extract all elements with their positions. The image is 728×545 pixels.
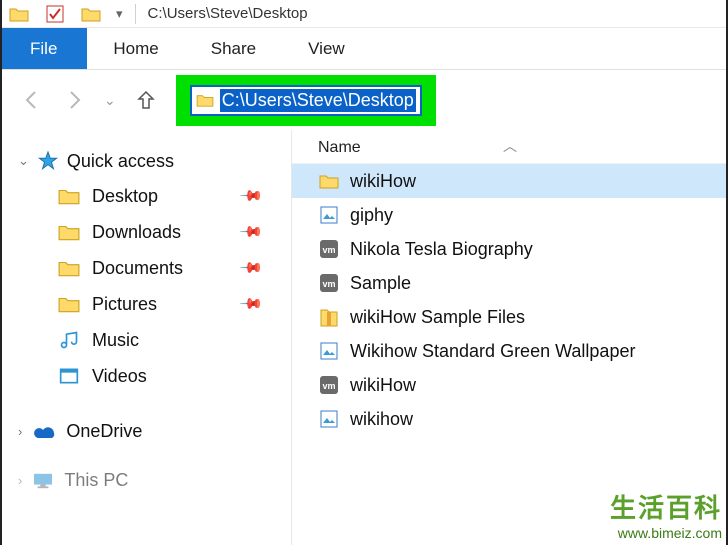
sidebar-item-label: This PC (64, 470, 128, 491)
chevron-right-icon: › (18, 473, 22, 488)
pin-icon: 📌 (239, 291, 265, 317)
file-name: Nikola Tesla Biography (350, 239, 533, 260)
music-icon (58, 329, 80, 351)
watermark-url: www.bimeiz.com (610, 525, 722, 541)
back-button[interactable] (20, 88, 44, 112)
column-name[interactable]: Name (318, 139, 361, 157)
title-bar: ▾ C:\Users\Steve\Desktop (0, 0, 728, 28)
svg-text:vm: vm (322, 381, 335, 391)
sidebar-item-videos[interactable]: Videos (0, 358, 291, 394)
svg-text:vm: vm (322, 245, 335, 255)
file-tab[interactable]: File (0, 28, 87, 69)
folder-icon (58, 185, 80, 207)
tab-share[interactable]: Share (185, 28, 282, 69)
address-text[interactable]: C:\Users\Steve\Desktop (220, 89, 416, 112)
file-name: wikiHow (350, 171, 416, 192)
pin-icon: 📌 (239, 255, 265, 281)
properties-icon[interactable] (44, 3, 66, 25)
recent-dropdown-icon[interactable]: ⌄ (104, 92, 116, 109)
watermark-text: 生活百科 (610, 488, 722, 525)
file-name: giphy (350, 205, 393, 226)
folder-icon (318, 170, 340, 192)
image-icon (318, 340, 340, 362)
list-item[interactable]: wikihow (292, 402, 728, 436)
sidebar-item-label: OneDrive (66, 421, 142, 442)
chevron-down-icon: ⌄ (18, 153, 29, 169)
star-icon (37, 150, 59, 172)
file-name: Sample (350, 273, 411, 294)
ribbon: File Home Share View (0, 28, 728, 70)
vm-icon: vm (318, 272, 340, 294)
address-bar[interactable]: C:\Users\Steve\Desktop (190, 85, 422, 116)
file-name: Wikihow Standard Green Wallpaper (350, 341, 635, 362)
svg-text:vm: vm (322, 279, 335, 289)
sidebar-item-label: Pictures (92, 294, 157, 315)
tab-view[interactable]: View (282, 28, 371, 69)
monitor-icon (32, 472, 54, 490)
sidebar-item-documents[interactable]: Documents 📌 (0, 250, 291, 286)
sidebar-item-pictures[interactable]: Pictures 📌 (0, 286, 291, 322)
sidebar-item-desktop[interactable]: Desktop 📌 (0, 178, 291, 214)
folder-icon (196, 93, 214, 107)
vm-icon: vm (318, 374, 340, 396)
pin-icon: 📌 (239, 183, 265, 209)
sidebar-item-music[interactable]: Music (0, 322, 291, 358)
file-list: ︿ Name wikiHow giphy vm Nikola Tesla Bio… (292, 130, 728, 545)
list-item[interactable]: vm Sample (292, 266, 728, 300)
tab-home[interactable]: Home (87, 28, 184, 69)
sidebar-item-onedrive[interactable]: › OneDrive (0, 414, 291, 449)
file-name: wikihow (350, 409, 413, 430)
list-item[interactable]: vm Nikola Tesla Biography (292, 232, 728, 266)
list-item[interactable]: wikiHow (292, 164, 728, 198)
list-item[interactable]: vm wikiHow (292, 368, 728, 402)
forward-button[interactable] (62, 88, 86, 112)
address-highlight: C:\Users\Steve\Desktop (176, 75, 436, 126)
image-icon (318, 204, 340, 226)
file-name: wikiHow Sample Files (350, 307, 525, 328)
qat-dropdown-icon[interactable]: ▾ (116, 6, 123, 22)
chevron-right-icon: › (18, 424, 22, 439)
list-item[interactable]: wikiHow Sample Files (292, 300, 728, 334)
folder-icon (58, 257, 80, 279)
list-item[interactable]: giphy (292, 198, 728, 232)
quick-access-header[interactable]: ⌄ Quick access (0, 144, 291, 178)
image-icon (318, 408, 340, 430)
folder-icon (58, 293, 80, 315)
navigation-pane: ⌄ Quick access Desktop 📌 Downloads 📌 Doc… (0, 130, 292, 545)
navigation-bar: ⌄ C:\Users\Steve\Desktop (0, 70, 728, 130)
separator (135, 4, 136, 24)
folder-icon (58, 221, 80, 243)
folder-icon (8, 3, 30, 25)
window-title: C:\Users\Steve\Desktop (148, 5, 308, 22)
quick-access-label: Quick access (67, 151, 174, 172)
list-item[interactable]: Wikihow Standard Green Wallpaper (292, 334, 728, 368)
sidebar-item-thispc[interactable]: › This PC (0, 463, 291, 498)
sidebar-item-downloads[interactable]: Downloads 📌 (0, 214, 291, 250)
watermark: 生活百科 www.bimeiz.com (610, 488, 722, 541)
sidebar-item-label: Documents (92, 258, 183, 279)
sidebar-item-label: Music (92, 330, 139, 351)
quick-access-toolbar: ▾ (8, 3, 123, 25)
vm-icon: vm (318, 238, 340, 260)
up-button[interactable] (134, 88, 158, 112)
file-name: wikiHow (350, 375, 416, 396)
folder-icon (80, 3, 102, 25)
main-area: ⌄ Quick access Desktop 📌 Downloads 📌 Doc… (0, 130, 728, 545)
zip-icon (318, 306, 340, 328)
sort-indicator-icon[interactable]: ︿ (503, 136, 517, 156)
sidebar-item-label: Videos (92, 366, 147, 387)
sidebar-item-label: Downloads (92, 222, 181, 243)
pin-icon: 📌 (239, 219, 265, 245)
sidebar-item-label: Desktop (92, 186, 158, 207)
cloud-icon (32, 424, 56, 440)
video-icon (58, 365, 80, 387)
